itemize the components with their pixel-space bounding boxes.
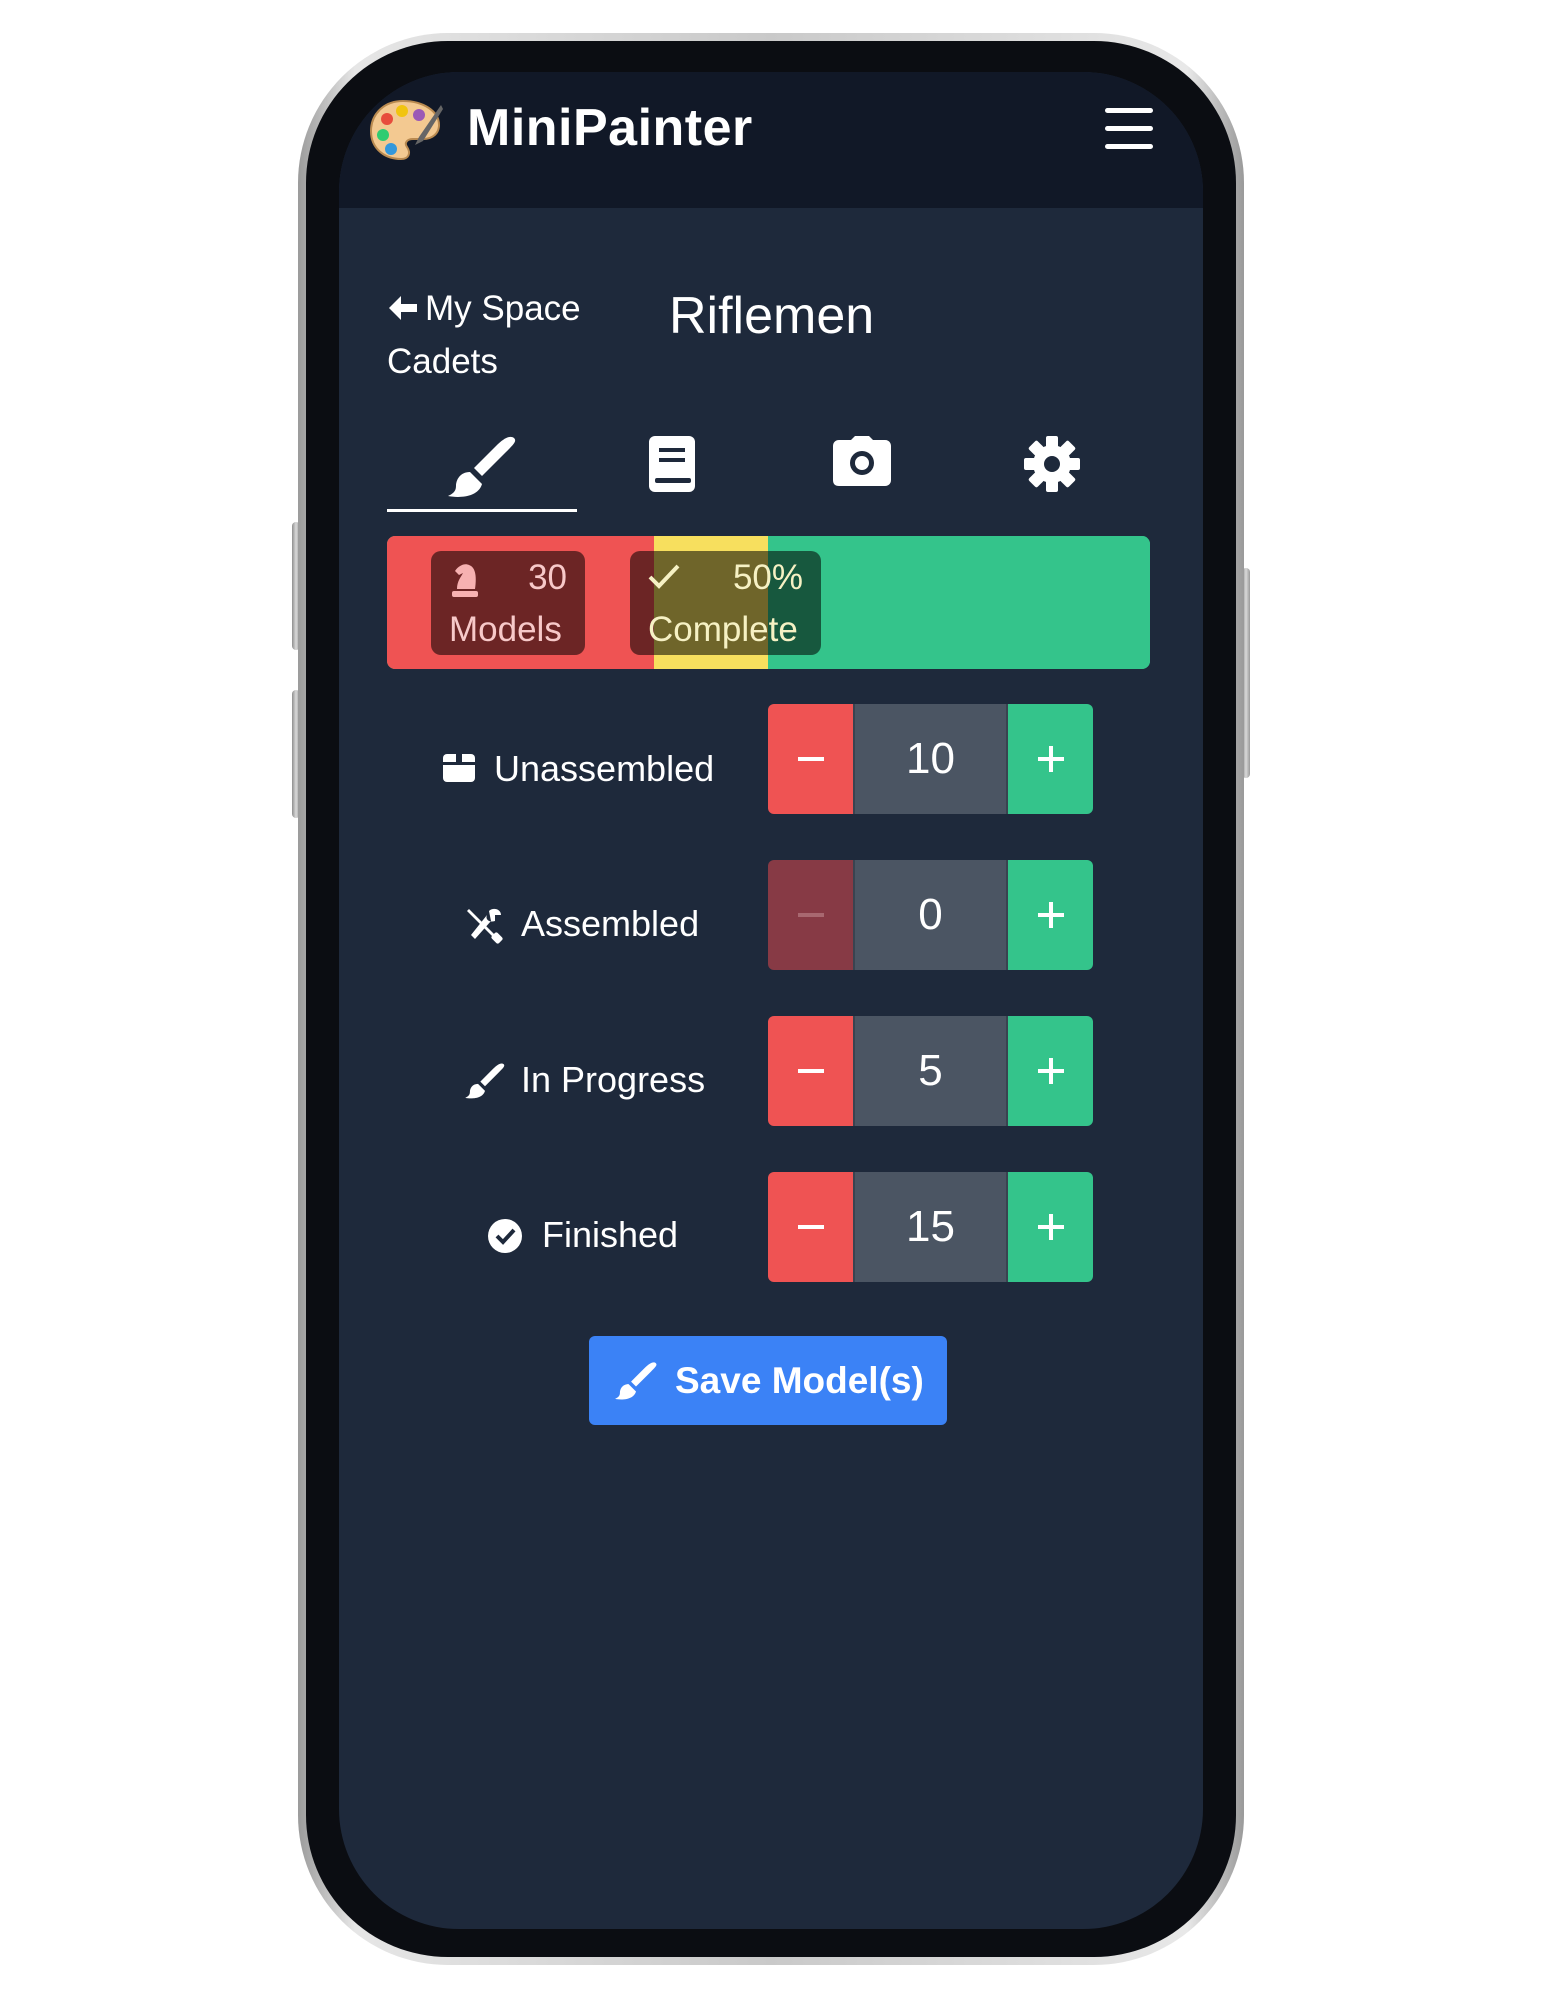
decrement-button[interactable] bbox=[768, 860, 853, 970]
status-name: Assembled bbox=[521, 903, 700, 944]
check-circle-icon bbox=[488, 1219, 522, 1253]
brush-icon bbox=[615, 1362, 657, 1400]
models-count-badge: 30 Models bbox=[431, 551, 585, 655]
stepper-unassembled: 10 bbox=[768, 704, 1093, 814]
completion-label: Complete bbox=[648, 610, 798, 649]
gear-icon bbox=[1024, 436, 1080, 492]
progress-bar: 30 Models 50% Complete bbox=[387, 536, 1150, 669]
count-input[interactable]: 15 bbox=[853, 1172, 1008, 1282]
increment-button[interactable] bbox=[1008, 1172, 1093, 1282]
tools-icon bbox=[467, 908, 503, 944]
save-models-button[interactable]: Save Model(s) bbox=[589, 1336, 947, 1425]
brush-icon bbox=[448, 436, 516, 497]
status-name: In Progress bbox=[521, 1059, 706, 1100]
decrement-button[interactable] bbox=[768, 704, 853, 814]
app-title: MiniPainter bbox=[467, 99, 753, 157]
status-name: Unassembled bbox=[494, 748, 715, 789]
count-input[interactable]: 0 bbox=[853, 860, 1008, 970]
arrow-left-icon bbox=[389, 296, 417, 320]
tab-notes[interactable] bbox=[577, 412, 767, 512]
hamburger-menu-icon[interactable] bbox=[1105, 108, 1153, 150]
decrement-button[interactable] bbox=[768, 1016, 853, 1126]
back-link[interactable]: My Space Cadets bbox=[387, 282, 617, 388]
stepper-finished: 15 bbox=[768, 1172, 1093, 1282]
box-icon bbox=[443, 754, 475, 782]
tab-photos[interactable] bbox=[767, 412, 957, 512]
navbar: MiniPainter bbox=[339, 72, 1203, 208]
count-input[interactable]: 5 bbox=[853, 1016, 1008, 1126]
save-button-label: Save Model(s) bbox=[675, 1360, 924, 1401]
models-count: 30 bbox=[528, 558, 567, 597]
completion-percent: 50% bbox=[732, 558, 803, 597]
book-icon bbox=[649, 436, 695, 492]
stepper-in-progress: 5 bbox=[768, 1016, 1093, 1126]
status-label-in-progress: In Progress bbox=[465, 1055, 745, 1105]
check-icon bbox=[648, 564, 680, 589]
increment-button[interactable] bbox=[1008, 704, 1093, 814]
status-label-assembled: Assembled bbox=[465, 899, 725, 949]
page-title: Riflemen bbox=[669, 287, 875, 345]
status-label-unassembled: Unassembled bbox=[442, 744, 742, 794]
active-tab-indicator bbox=[387, 509, 577, 512]
models-label: Models bbox=[449, 610, 562, 649]
tab-paint[interactable] bbox=[387, 412, 577, 512]
decrement-button[interactable] bbox=[768, 1172, 853, 1282]
status-name: Finished bbox=[542, 1214, 679, 1255]
status-label-finished: Finished bbox=[487, 1210, 727, 1260]
increment-button[interactable] bbox=[1008, 1016, 1093, 1126]
completion-badge: 50% Complete bbox=[630, 551, 821, 655]
palette-icon bbox=[369, 99, 443, 161]
increment-button[interactable] bbox=[1008, 860, 1093, 970]
count-input[interactable]: 10 bbox=[853, 704, 1008, 814]
brush-icon bbox=[465, 1063, 505, 1099]
tab-settings[interactable] bbox=[957, 412, 1147, 512]
app-screen: MiniPainter My Space Cadets Riflemen 30 … bbox=[339, 72, 1203, 1929]
progress-segment-finished bbox=[768, 536, 1150, 669]
stepper-assembled: 0 bbox=[768, 860, 1093, 970]
chess-knight-icon bbox=[452, 564, 478, 597]
camera-icon bbox=[833, 436, 891, 486]
